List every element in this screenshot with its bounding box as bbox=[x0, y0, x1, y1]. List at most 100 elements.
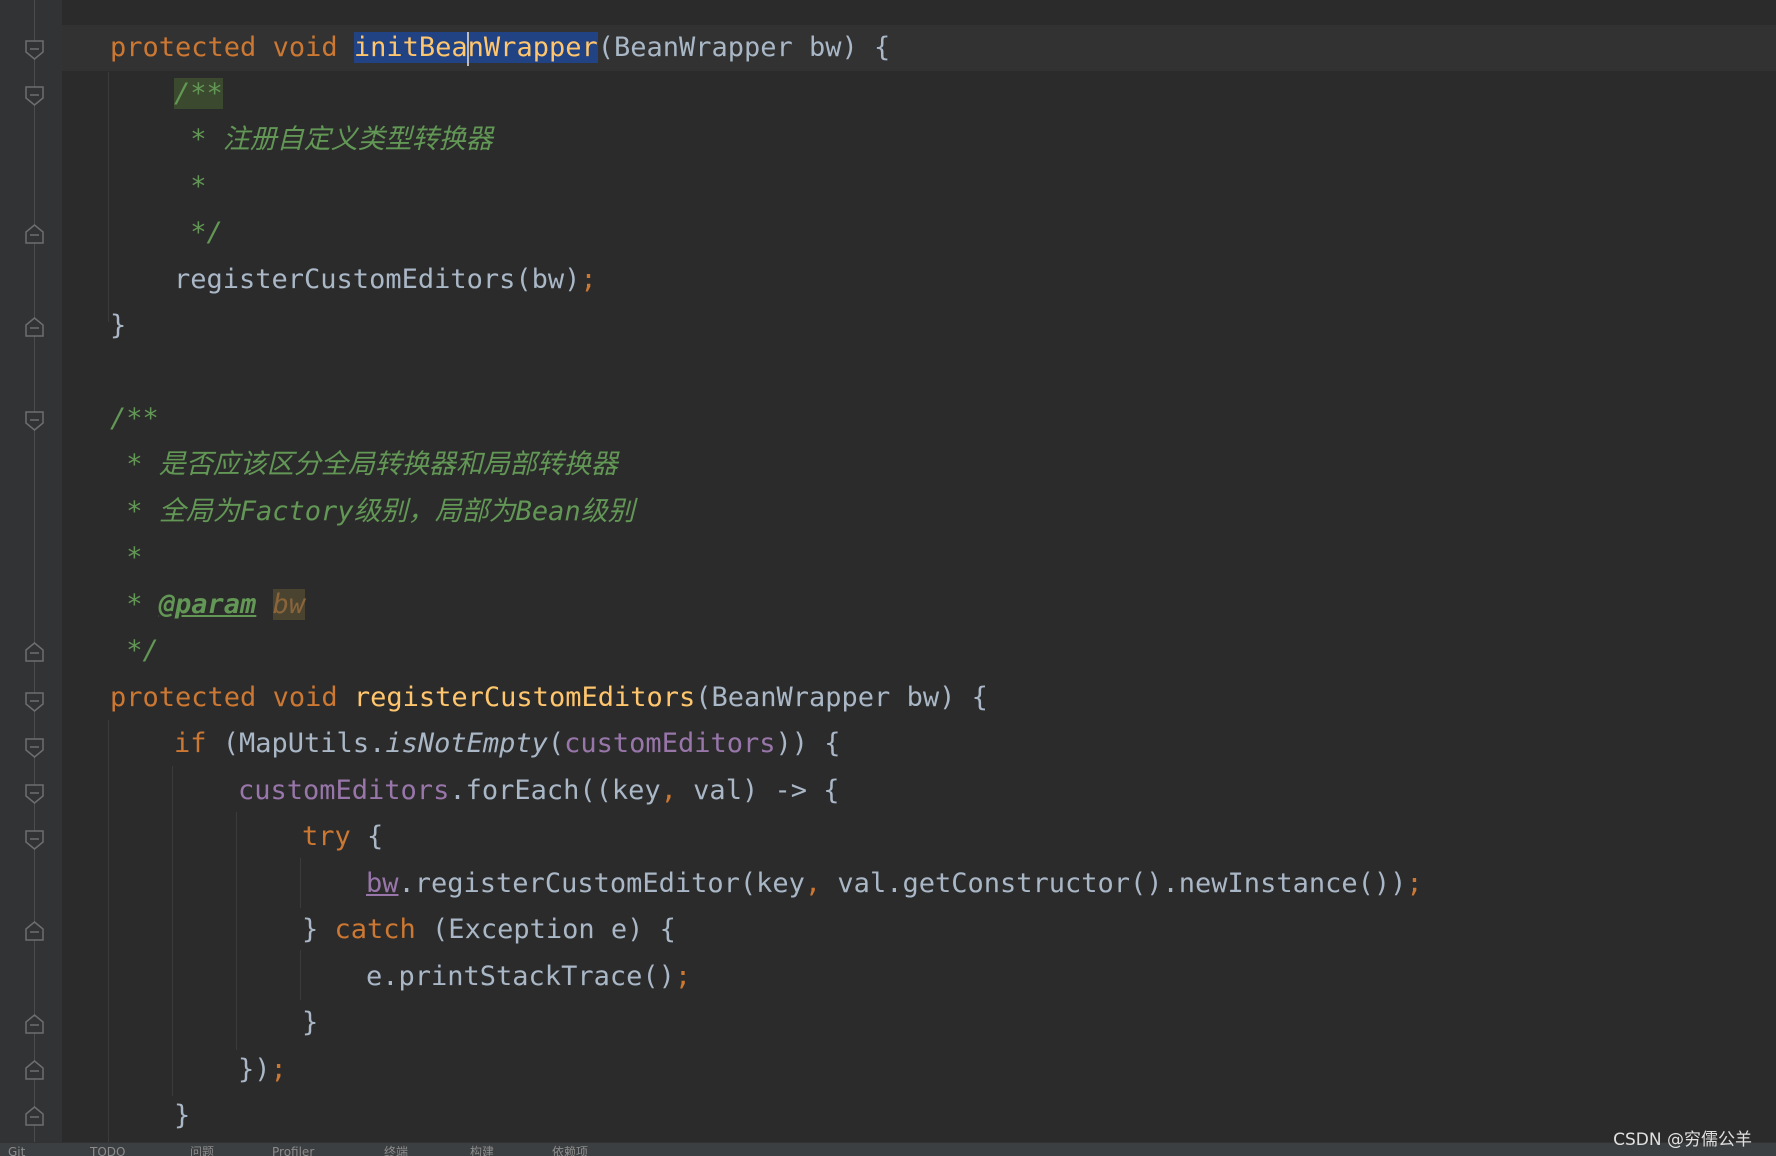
fold-open-icon[interactable] bbox=[25, 738, 44, 758]
fold-open-icon[interactable] bbox=[25, 86, 44, 106]
tool-window-profiler[interactable]: Profiler bbox=[272, 1145, 314, 1156]
indent-guide bbox=[108, 720, 109, 1142]
fold-close-icon[interactable] bbox=[25, 1014, 44, 1034]
doc-text: Bean bbox=[515, 496, 581, 527]
method-signature: (BeanWrapper bw) { bbox=[695, 682, 988, 713]
code-text: .registerCustomEditor(key bbox=[398, 868, 805, 899]
code-line-20[interactable]: } catch (Exception e) { bbox=[302, 907, 676, 953]
fold-close-icon[interactable] bbox=[25, 224, 44, 244]
doc-text: 全局为 bbox=[158, 496, 240, 527]
code-line-2[interactable]: /** bbox=[174, 71, 223, 117]
keyword: if bbox=[174, 728, 207, 759]
tool-window-build[interactable]: 构建 bbox=[470, 1145, 494, 1156]
code-line-19[interactable]: bw.registerCustomEditor(key, val.getCons… bbox=[366, 861, 1423, 907]
code-text: val) -> { bbox=[676, 775, 840, 806]
doc-param-name: bw bbox=[272, 589, 306, 620]
code-text: (MapUtils. bbox=[206, 728, 386, 759]
code-line-16[interactable]: if (MapUtils.isNotEmpty(customEditors)) … bbox=[174, 721, 841, 767]
closing-brace: } bbox=[110, 310, 127, 341]
tool-window-git[interactable]: Git bbox=[8, 1145, 25, 1156]
doc-text: Factory bbox=[239, 496, 354, 527]
keyword: void bbox=[272, 682, 338, 713]
gutter-divider bbox=[34, 0, 35, 1142]
code-editor[interactable]: protected void initBeanWrapper(BeanWrapp… bbox=[0, 0, 1776, 1142]
tool-window-todo[interactable]: TODO bbox=[90, 1145, 125, 1156]
code-line-7[interactable]: } bbox=[110, 303, 126, 349]
method-call: registerCustomEditors(bw) bbox=[174, 264, 581, 295]
code-line-6[interactable]: registerCustomEditors(bw); bbox=[174, 257, 597, 303]
fold-open-icon[interactable] bbox=[25, 692, 44, 712]
fold-close-icon[interactable] bbox=[25, 317, 44, 337]
indent-guide bbox=[236, 812, 237, 1050]
fold-open-icon[interactable] bbox=[25, 784, 44, 804]
comma: , bbox=[660, 775, 677, 806]
code-text: )) { bbox=[775, 728, 841, 759]
selection-part: nWrapper bbox=[467, 32, 598, 63]
code-text: .forEach((key bbox=[449, 775, 661, 806]
field-reference: customEditors bbox=[238, 775, 450, 806]
fold-close-icon[interactable] bbox=[25, 921, 44, 941]
selected-identifier[interactable]: initBeanWrapper bbox=[353, 31, 598, 66]
fold-close-icon[interactable] bbox=[25, 1106, 44, 1126]
doc-text: 注册自定义类型转换器 bbox=[222, 124, 493, 155]
code-text: ( bbox=[547, 728, 565, 759]
semicolon: ; bbox=[1406, 868, 1423, 899]
fold-open-icon[interactable] bbox=[25, 830, 44, 850]
indent-guide bbox=[300, 858, 301, 908]
doc-star: * bbox=[110, 542, 143, 573]
method-signature: (BeanWrapper bw) { bbox=[597, 32, 891, 63]
fold-open-icon[interactable] bbox=[25, 411, 44, 431]
doc-text: 是否应该区分全局转换器和局部转换器 bbox=[158, 449, 618, 480]
doc-comment-start: /** bbox=[174, 78, 223, 109]
doc-comment-end: */ bbox=[174, 217, 223, 248]
doc-star: * bbox=[110, 496, 159, 527]
code-line-14[interactable]: */ bbox=[110, 628, 159, 674]
keyword: protected bbox=[110, 682, 257, 713]
code-line-1[interactable]: protected void initBeanWrapper(BeanWrapp… bbox=[110, 25, 890, 71]
doc-star: * bbox=[174, 124, 223, 155]
indent-guide bbox=[300, 950, 301, 1000]
code-line-24[interactable]: } bbox=[174, 1093, 190, 1139]
code-line-11[interactable]: * 全局为Factory级别，局部为Bean级别 bbox=[110, 489, 634, 535]
fold-open-icon[interactable] bbox=[25, 40, 44, 60]
tool-window-problems[interactable]: 问题 bbox=[190, 1145, 214, 1156]
watermark: CSDN @穷儒公羊 bbox=[1613, 1130, 1752, 1150]
semicolon: ; bbox=[270, 1054, 287, 1085]
code-line-17[interactable]: customEditors.forEach((key, val) -> { bbox=[238, 768, 839, 814]
code-line-12[interactable]: * bbox=[110, 535, 143, 581]
doc-star: * bbox=[174, 171, 207, 202]
doc-param-tag: @param bbox=[158, 589, 257, 620]
doc-text: 级别，局部为 bbox=[353, 496, 516, 527]
comma: , bbox=[804, 868, 822, 899]
code-line-4[interactable]: * bbox=[174, 164, 207, 210]
editor-gutter bbox=[0, 0, 62, 1142]
code-text: (Exception e) { bbox=[415, 914, 676, 945]
parameter-reference: bw bbox=[366, 868, 399, 899]
keyword: protected bbox=[110, 32, 257, 63]
indent-guide bbox=[108, 72, 109, 322]
code-text: { bbox=[350, 821, 384, 852]
semicolon: ; bbox=[580, 264, 597, 295]
code-line-5[interactable]: */ bbox=[174, 210, 223, 256]
closing-brace: } bbox=[174, 1100, 191, 1131]
code-text: } bbox=[302, 914, 335, 945]
code-text: }) bbox=[238, 1054, 271, 1085]
semicolon: ; bbox=[674, 961, 692, 992]
doc-comment-end: */ bbox=[110, 635, 159, 666]
code-line-15[interactable]: protected void registerCustomEditors(Bea… bbox=[110, 675, 988, 721]
code-line-21[interactable]: e.printStackTrace(); bbox=[366, 954, 691, 1000]
code-line-3[interactable]: * 注册自定义类型转换器 bbox=[174, 117, 493, 163]
tool-window-terminal[interactable]: 终端 bbox=[384, 1145, 408, 1156]
code-line-13[interactable]: * @param bw bbox=[110, 582, 306, 628]
method-name: registerCustomEditors bbox=[353, 682, 696, 713]
code-line-9[interactable]: /** bbox=[110, 396, 159, 442]
fold-close-icon[interactable] bbox=[25, 642, 44, 662]
indent-guide bbox=[172, 766, 173, 1096]
code-line-18[interactable]: try { bbox=[302, 814, 383, 860]
code-line-23[interactable]: }); bbox=[238, 1047, 287, 1093]
tool-window-bar: Git TODO 问题 Profiler 终端 构建 依赖项 bbox=[0, 1142, 1776, 1156]
code-line-10[interactable]: * 是否应该区分全局转换器和局部转换器 bbox=[110, 442, 618, 488]
fold-close-icon[interactable] bbox=[25, 1060, 44, 1080]
tool-window-dependencies[interactable]: 依赖项 bbox=[552, 1145, 588, 1156]
code-line-22[interactable]: } bbox=[302, 1000, 318, 1046]
